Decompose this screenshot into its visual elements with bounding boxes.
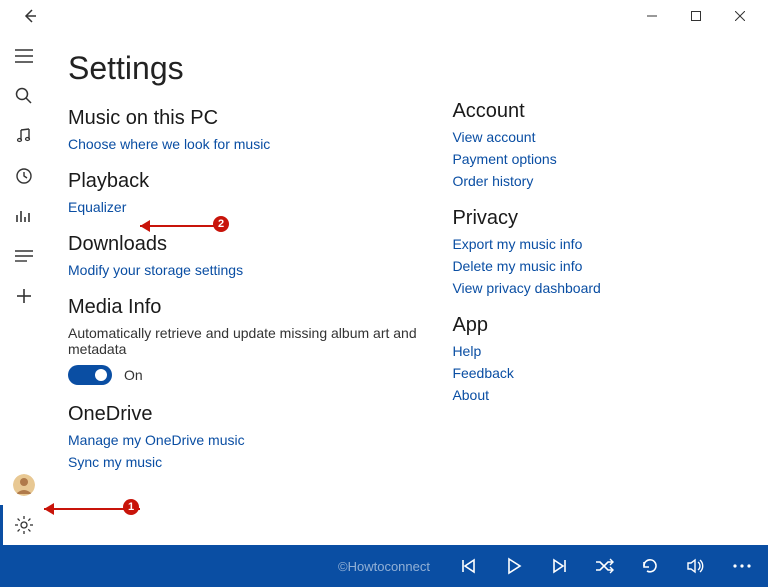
media-info-toggle[interactable] [68, 365, 112, 385]
more-button[interactable] [732, 563, 752, 569]
page-title: Settings [68, 50, 432, 87]
annotation-badge-1: 1 [123, 499, 139, 515]
annotation-badge-2: 2 [213, 216, 229, 232]
more-icon [732, 563, 752, 569]
equalizer-bars-icon [15, 209, 33, 223]
toggle-knob [95, 369, 107, 381]
plus-icon [16, 288, 32, 304]
search-button[interactable] [0, 76, 48, 116]
feedback-link[interactable]: Feedback [452, 365, 744, 381]
settings-right-column: Account View account Payment options Ord… [442, 40, 744, 545]
active-indicator [0, 505, 3, 545]
sidebar [0, 32, 48, 545]
search-icon [15, 87, 33, 105]
section-media-info-heading: Media Info [68, 296, 432, 319]
music-note-icon [15, 127, 33, 145]
sync-music-link[interactable]: Sync my music [68, 454, 432, 470]
repeat-icon [640, 556, 660, 576]
view-privacy-dashboard-link[interactable]: View privacy dashboard [452, 280, 744, 296]
close-button[interactable] [718, 0, 762, 32]
content-area: Settings Music on this PC Choose where w… [48, 32, 768, 545]
skip-previous-icon [460, 557, 478, 575]
view-account-link[interactable]: View account [452, 129, 744, 145]
order-history-link[interactable]: Order history [452, 173, 744, 189]
play-icon [504, 556, 524, 576]
hamburger-button[interactable] [0, 36, 48, 76]
media-info-desc: Automatically retrieve and update missin… [68, 325, 432, 357]
minimize-button[interactable] [630, 0, 674, 32]
payment-options-link[interactable]: Payment options [452, 151, 744, 167]
back-button[interactable] [10, 0, 50, 32]
hamburger-icon [15, 49, 33, 63]
previous-track-button[interactable] [460, 557, 478, 575]
modify-storage-link[interactable]: Modify your storage settings [68, 262, 432, 278]
next-track-button[interactable] [550, 557, 568, 575]
play-button[interactable] [504, 556, 524, 576]
section-onedrive-heading: OneDrive [68, 403, 432, 426]
equalizer-link[interactable]: Equalizer [68, 199, 432, 215]
account-avatar-button[interactable] [0, 465, 48, 505]
section-privacy-heading: Privacy [452, 207, 744, 230]
volume-button[interactable] [686, 557, 706, 575]
my-music-button[interactable] [0, 116, 48, 156]
section-app-heading: App [452, 314, 744, 337]
choose-music-location-link[interactable]: Choose where we look for music [68, 136, 432, 152]
clock-icon [15, 167, 33, 185]
shuffle-button[interactable] [594, 557, 614, 575]
delete-music-info-link[interactable]: Delete my music info [452, 258, 744, 274]
maximize-button[interactable] [674, 0, 718, 32]
about-link[interactable]: About [452, 387, 744, 403]
repeat-button[interactable] [640, 556, 660, 576]
section-account-heading: Account [452, 100, 744, 123]
media-info-toggle-label: On [124, 367, 143, 383]
section-playback-heading: Playback [68, 170, 432, 193]
playbar: ©Howtoconnect [0, 545, 768, 587]
avatar-icon [13, 474, 35, 496]
recent-button[interactable] [0, 156, 48, 196]
settings-button[interactable] [0, 505, 48, 545]
close-icon [735, 11, 745, 21]
playlist-icon [15, 249, 33, 263]
manage-onedrive-link[interactable]: Manage my OneDrive music [68, 432, 432, 448]
watermark-text: ©Howtoconnect [338, 559, 430, 574]
help-link[interactable]: Help [452, 343, 744, 359]
section-downloads-heading: Downloads [68, 233, 432, 256]
maximize-icon [691, 11, 701, 21]
skip-next-icon [550, 557, 568, 575]
playlists-button[interactable] [0, 236, 48, 276]
export-music-info-link[interactable]: Export my music info [452, 236, 744, 252]
volume-icon [686, 557, 706, 575]
arrow-left-icon [22, 8, 38, 24]
add-button[interactable] [0, 276, 48, 316]
gear-icon [15, 516, 33, 534]
minimize-icon [647, 11, 657, 21]
settings-left-column: Settings Music on this PC Choose where w… [68, 40, 442, 545]
section-music-pc-heading: Music on this PC [68, 107, 432, 130]
titlebar [0, 0, 768, 32]
shuffle-icon [594, 557, 614, 575]
now-playing-button[interactable] [0, 196, 48, 236]
